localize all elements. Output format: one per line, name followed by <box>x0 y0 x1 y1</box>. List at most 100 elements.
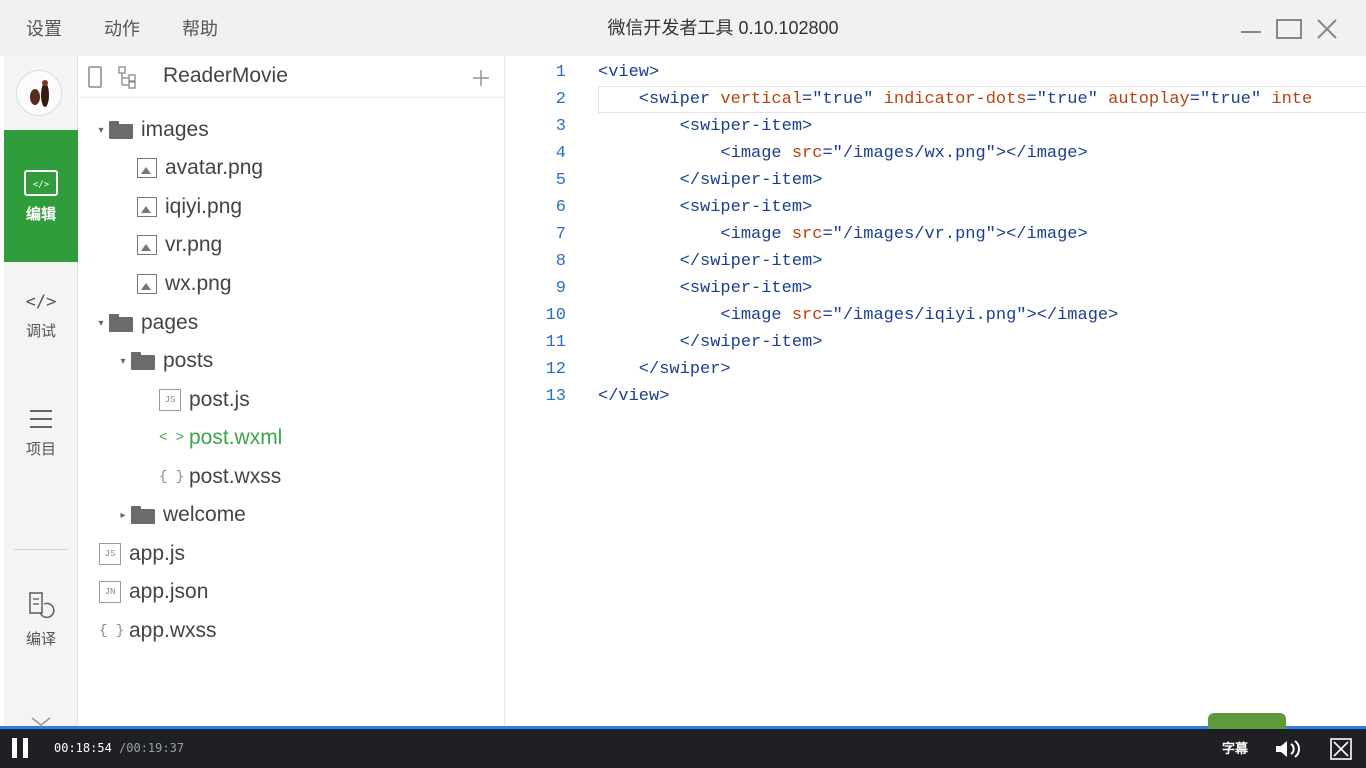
menu-actions[interactable]: 动作 <box>92 11 140 45</box>
tree-file-post-wxss[interactable]: { } post.wxss <box>159 459 281 495</box>
minimize-icon <box>1241 31 1261 33</box>
left-rail: </> 编辑 </> 调试 项目 编译 <box>4 56 78 726</box>
rail-debug-label: 调试 <box>25 323 56 340</box>
device-icon[interactable] <box>87 66 103 88</box>
tree-item-label: post.wxss <box>189 465 282 488</box>
rail-edit-button[interactable]: </> 编辑 <box>4 130 78 262</box>
minimize-button[interactable] <box>1232 14 1270 44</box>
tree-file-app-json[interactable]: JN app.json <box>99 574 208 610</box>
tree-item-label: app.js <box>129 542 186 565</box>
avatar-image-icon <box>30 80 49 107</box>
tree-folder-pages[interactable]: ▾ pages <box>93 305 198 341</box>
line-number: 1 <box>555 63 566 82</box>
expanded-arrow-icon[interactable]: ▾ <box>93 318 109 329</box>
add-file-icon[interactable] <box>471 68 491 88</box>
tree-item-label: posts <box>163 349 214 372</box>
line-number: 8 <box>555 252 566 271</box>
code-line: <swiper vertical="true" indicator-dots="… <box>598 90 1313 109</box>
line-number: 6 <box>555 198 566 217</box>
tree-item-label: welcome <box>163 503 246 526</box>
line-number: 5 <box>555 171 566 190</box>
subtitles-button[interactable]: 字幕 <box>1222 729 1248 768</box>
code-line: </view> <box>598 387 670 406</box>
tree-item-label: images <box>141 118 209 141</box>
json-file-icon: JN <box>99 581 121 603</box>
menu-lines-icon <box>30 410 52 428</box>
line-number: 2 <box>555 90 566 109</box>
video-player-bar: 00:18:54 /00:19:37 字幕 <box>0 729 1366 768</box>
image-file-icon <box>137 197 157 217</box>
expanded-arrow-icon[interactable]: ▾ <box>93 125 109 136</box>
tree-file-vr[interactable]: vr.png <box>137 227 222 263</box>
tree-item-label: pages <box>141 311 199 334</box>
rail-compile-label: 编译 <box>25 631 56 648</box>
tree-item-label: app.wxss <box>129 619 217 642</box>
code-line: </swiper> <box>598 360 731 379</box>
code-line: <view> <box>598 63 660 82</box>
line-number: 11 <box>545 333 566 352</box>
file-tree-panel: ReaderMovie ▾ images avatar.png iqiyi.pn… <box>79 56 505 726</box>
title-bar: 设置 动作 帮助 微信开发者工具 0.10.102800 <box>0 0 1366 56</box>
tree-item-label: vr.png <box>165 233 223 256</box>
current-time: 00:18:54 <box>54 741 112 755</box>
tree-file-app-wxss[interactable]: { } app.wxss <box>99 613 217 649</box>
image-file-icon <box>137 158 157 178</box>
tree-item-label: post.js <box>189 388 250 411</box>
tree-item-label: post.wxml <box>189 426 283 449</box>
chevron-down-icon[interactable] <box>30 716 52 726</box>
maximize-button[interactable] <box>1270 14 1308 44</box>
line-number: 10 <box>545 306 566 325</box>
rail-compile-button[interactable]: 编译 <box>4 590 78 649</box>
avatar[interactable] <box>16 70 62 116</box>
code-editor[interactable]: 1 2 3 4 5 6 7 8 9 10 11 12 13 <view> <swiper vertica… <box>506 56 1366 726</box>
line-number: 12 <box>545 360 566 379</box>
tree-file-iqiyi[interactable]: iqiyi.png <box>137 189 242 225</box>
svg-text:</>: </> <box>26 292 57 312</box>
tree-folder-posts[interactable]: ▾ posts <box>115 343 213 379</box>
rail-debug-button[interactable]: </> 调试 <box>4 288 78 341</box>
tree-folder-images[interactable]: ▾ images <box>93 112 209 148</box>
tree-file-avatar[interactable]: avatar.png <box>137 150 263 186</box>
playback-time: 00:18:54 /00:19:37 <box>54 729 184 768</box>
volume-icon[interactable] <box>1274 738 1302 760</box>
code-line: <image src="/images/wx.png"></image> <box>598 144 1088 163</box>
rail-project-button[interactable]: 项目 <box>4 406 78 459</box>
menu-bar: 设置 动作 帮助 <box>14 0 248 56</box>
code-line: <swiper-item> <box>598 279 813 298</box>
code-line: <image src="/images/iqiyi.png"></image> <box>598 306 1119 325</box>
line-number: 13 <box>545 387 566 406</box>
js-file-icon: JS <box>99 543 121 565</box>
rail-project-label: 项目 <box>25 441 56 458</box>
image-file-icon <box>137 235 157 255</box>
code-brackets-icon: </> <box>26 292 57 312</box>
pause-icon[interactable] <box>12 738 28 758</box>
code-line: <swiper-item> <box>598 117 813 136</box>
maximize-icon <box>1276 19 1302 39</box>
folder-icon <box>131 506 155 524</box>
line-number: 7 <box>555 225 566 244</box>
window-controls <box>1232 14 1346 44</box>
code-file-icon: < > <box>159 430 185 446</box>
editor-icon: </> <box>24 169 58 196</box>
style-file-icon: { } <box>159 469 185 485</box>
tree-file-post-js[interactable]: JS post.js <box>159 382 250 418</box>
tree-structure-icon[interactable] <box>117 65 139 89</box>
menu-settings[interactable]: 设置 <box>14 11 62 45</box>
watermark-badge <box>1208 713 1286 729</box>
tree-folder-welcome[interactable]: ▸ welcome <box>115 497 246 533</box>
tree-file-app-js[interactable]: JS app.js <box>99 536 185 572</box>
project-name: ReaderMovie <box>163 64 288 87</box>
menu-help[interactable]: 帮助 <box>170 11 218 45</box>
exit-fullscreen-icon[interactable] <box>1330 738 1352 760</box>
tree-file-post-wxml[interactable]: < > post.wxml <box>159 420 282 456</box>
rail-divider <box>14 549 68 550</box>
close-button[interactable] <box>1308 14 1346 44</box>
collapsed-arrow-icon[interactable]: ▸ <box>115 510 131 521</box>
tree-file-wx[interactable]: wx.png <box>137 266 232 302</box>
close-icon <box>1317 19 1337 39</box>
tree-item-label: iqiyi.png <box>165 195 243 218</box>
code-line: </swiper-item> <box>598 252 823 271</box>
tree-item-label: wx.png <box>165 272 232 295</box>
folder-icon <box>109 314 133 332</box>
expanded-arrow-icon[interactable]: ▾ <box>115 356 131 367</box>
